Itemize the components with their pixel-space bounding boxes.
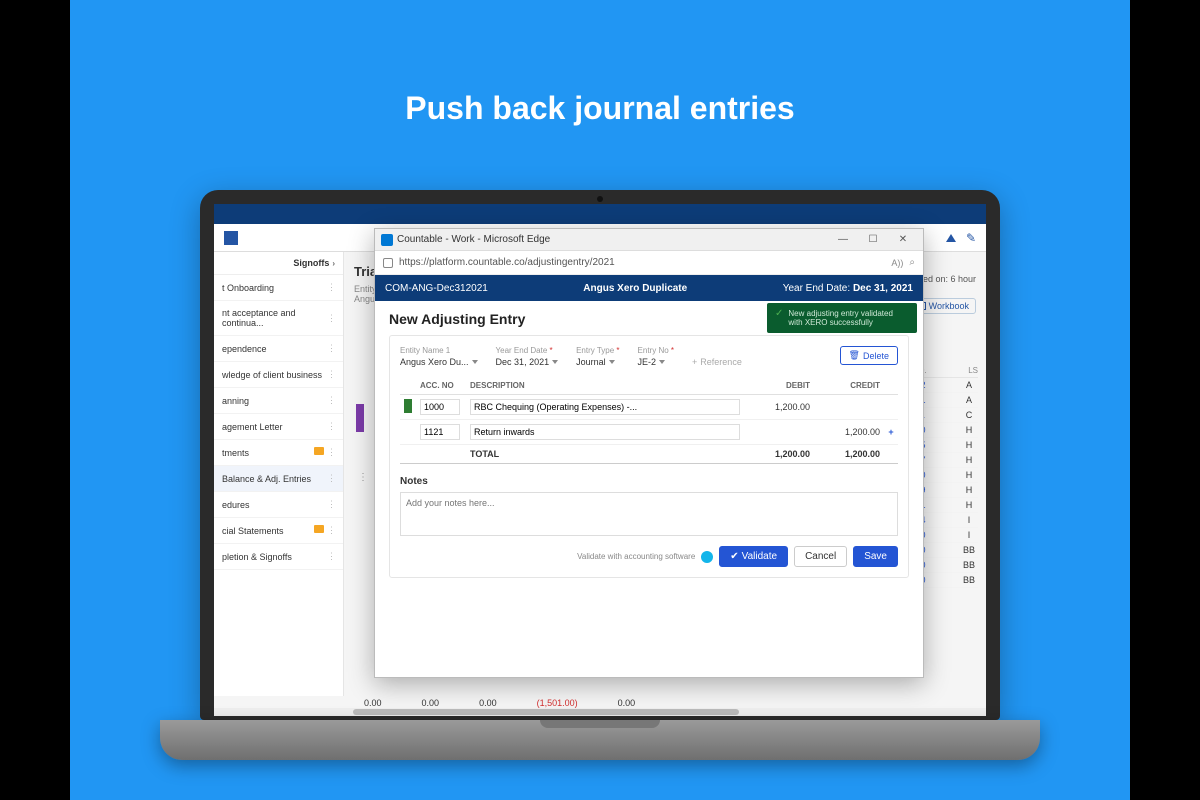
account-input[interactable] [420,399,460,415]
edge-window: Countable - Work - Microsoft Edge — ☐ ✕ … [374,228,924,678]
sidebar-item[interactable]: t Onboarding⋮ [214,275,343,301]
success-toast: ✓ New adjusting entry validated with XER… [767,303,917,333]
year-end-label: Year End Date * [496,346,559,355]
sidebar-item[interactable]: nt acceptance and continua...⋮ [214,301,343,336]
journal-lines-table: ACC. NO DESCRIPTION DEBIT CREDIT [400,377,898,464]
row-handle-icon[interactable] [404,399,412,413]
entry-type-label: Entry Type * [576,346,619,355]
lock-icon [383,258,393,268]
edge-icon [381,234,393,246]
entry-type-select[interactable]: Journal [576,357,619,367]
entity-select[interactable]: Angus Xero Du... [400,357,478,367]
chevron-down-icon [472,360,478,364]
footer-totals: 0.00 0.00 0.00 (1,501.00) 0.00 [364,698,976,708]
sidebar-item[interactable]: cial Statements⋮ [214,518,343,544]
sidebar-signoffs[interactable]: Signoffs› [214,252,343,275]
table-row[interactable]: 1,200.00 + [400,420,898,445]
sidebar-item[interactable]: ependence⋮ [214,336,343,362]
laptop-mockup: ✎ Signoffs› t Onboarding⋮ nt acceptance … [200,190,1000,760]
sidebar: Signoffs› t Onboarding⋮ nt acceptance an… [214,252,344,696]
app-logo-icon [224,231,238,245]
table-row[interactable]: 1,200.00 [400,395,898,420]
check-icon: ✔ [730,551,738,562]
cancel-button[interactable]: Cancel [794,546,847,567]
delete-button[interactable]: 🗑Delete [840,346,898,365]
sidebar-item[interactable]: anning⋮ [214,388,343,414]
window-titlebar[interactable]: Countable - Work - Microsoft Edge — ☐ ✕ [375,229,923,251]
entity-name-label: Entity Name 1 [400,346,478,355]
row-tag [356,404,364,432]
year-end-select[interactable]: Dec 31, 2021 [496,357,559,367]
validate-label: Validate with accounting software [577,552,695,561]
horizontal-scrollbar[interactable] [214,708,986,716]
edit-icon[interactable]: ✎ [966,231,976,245]
search-icon[interactable]: ⌕ [909,257,915,268]
debit-cell: 1,200.00 [744,395,814,420]
entity-banner: COM-ANG-Dec312021 Angus Xero Duplicate Y… [375,275,923,301]
chevron-down-icon [552,360,558,364]
chevron-down-icon [609,360,615,364]
save-button[interactable]: Save [853,546,898,567]
add-line-button[interactable]: + [884,420,898,445]
folder-icon [314,525,324,533]
camera-dot [597,196,603,202]
account-input[interactable] [420,424,460,440]
laptop-base [160,720,1040,760]
sidebar-item[interactable]: edures⋮ [214,492,343,518]
description-input[interactable] [470,399,740,415]
plus-icon: + [692,357,697,367]
notes-label: Notes [400,476,898,487]
address-bar[interactable]: https://platform.countable.co/adjustinge… [375,251,923,275]
sidebar-item[interactable]: wledge of client business⋮ [214,362,343,388]
warning-icon[interactable] [946,234,956,242]
url-text: https://platform.countable.co/adjustinge… [399,257,885,268]
check-icon: ✓ [775,309,783,319]
entry-no-label: Entry No * [638,346,674,355]
chevron-right-icon: › [332,259,335,268]
minimize-button[interactable]: — [829,231,857,249]
row-menu-icon[interactable]: ⋮ [358,472,368,483]
notes-textarea[interactable] [400,492,898,536]
chevron-down-icon [659,360,665,364]
entry-no-select[interactable]: JE-2 [638,357,674,367]
description-input[interactable] [470,424,740,440]
page-headline: Push back journal entries [70,90,1130,127]
sidebar-item[interactable]: tments⋮ [214,440,343,466]
sidebar-item[interactable]: agement Letter⋮ [214,414,343,440]
sidebar-item-active[interactable]: Balance & Adj. Entries⋮ [214,466,343,492]
app-topbar [214,204,986,224]
total-row: TOTAL 1,200.00 1,200.00 [400,445,898,464]
validate-button[interactable]: ✔Validate [719,546,788,567]
debit-cell [744,420,814,445]
maximize-button[interactable]: ☐ [859,231,887,249]
read-aloud-icon[interactable]: A)) [891,258,903,268]
close-button[interactable]: ✕ [889,231,917,249]
sidebar-item[interactable]: pletion & Signoffs⋮ [214,544,343,570]
xero-icon [701,551,713,563]
add-reference-button[interactable]: +Reference [692,357,742,367]
trash-icon: 🗑 [849,350,860,361]
credit-cell: 1,200.00 [814,420,884,445]
credit-cell [814,395,884,420]
folder-icon [314,447,324,455]
